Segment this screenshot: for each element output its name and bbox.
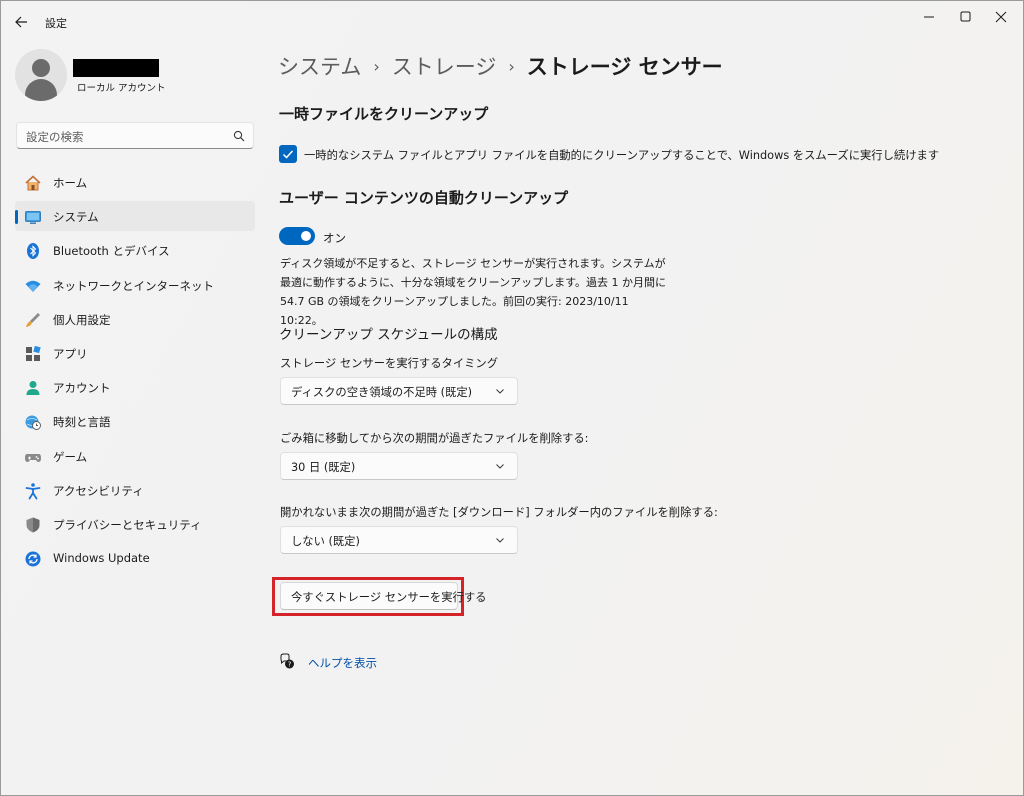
bluetooth-icon bbox=[27, 243, 39, 260]
temp-files-checkbox-label: 一時的なシステム ファイルとアプリ ファイルを自動的にクリーンアップすることで、… bbox=[304, 149, 940, 162]
sidebar-item-label: システム bbox=[53, 210, 99, 225]
sidebar-item-label: アカウント bbox=[53, 381, 111, 396]
run-now-label: 今すぐストレージ センサーを実行する bbox=[291, 591, 487, 604]
close-icon bbox=[995, 11, 1007, 23]
chevron-down-icon bbox=[496, 464, 504, 469]
help-icon: ? bbox=[280, 653, 294, 669]
chevron-down-icon bbox=[496, 389, 504, 394]
sidebar-item-label: ホーム bbox=[53, 176, 88, 190]
breadcrumb: システム › ストレージ › ストレージ センサー bbox=[278, 51, 723, 81]
monitor-icon bbox=[25, 211, 41, 224]
breadcrumb-storage[interactable]: ストレージ bbox=[392, 55, 497, 79]
user-name-redacted bbox=[73, 59, 159, 77]
sidebar-item-network[interactable]: ネットワークとインターネット bbox=[15, 270, 255, 300]
temp-files-checkbox[interactable] bbox=[279, 145, 297, 163]
storage-sense-toggle[interactable] bbox=[279, 227, 315, 245]
downloads-value: しない (既定) bbox=[291, 535, 360, 548]
sidebar-item-label: ゲーム bbox=[53, 449, 88, 464]
person-icon bbox=[26, 381, 40, 396]
sidebar-item-label: 時刻と言語 bbox=[53, 415, 111, 430]
recycle-bin-value: 30 日 (既定) bbox=[291, 461, 356, 474]
sidebar-item-accounts[interactable]: アカウント bbox=[15, 372, 255, 402]
sidebar-item-apps[interactable]: アプリ bbox=[15, 338, 255, 368]
maximize-button[interactable] bbox=[945, 7, 985, 27]
breadcrumb-system[interactable]: システム bbox=[278, 55, 361, 79]
avatar bbox=[15, 49, 67, 101]
sidebar-item-label: プライバシーとセキュリティ bbox=[53, 517, 202, 532]
shield-icon bbox=[26, 517, 40, 533]
run-timing-label: ストレージ センサーを実行するタイミング bbox=[280, 357, 499, 370]
sidebar-item-privacy[interactable]: プライバシーとセキュリティ bbox=[15, 509, 255, 539]
active-indicator bbox=[15, 210, 18, 225]
gamepad-icon bbox=[25, 453, 41, 462]
avatar-head bbox=[32, 59, 50, 77]
sidebar-item-label: 個人用設定 bbox=[53, 312, 111, 327]
user-content-heading: ユーザー コンテンツの自動クリーンアップ bbox=[279, 189, 569, 207]
sidebar-item-system[interactable]: システム bbox=[15, 201, 255, 232]
sidebar-item-label: Windows Update bbox=[53, 551, 150, 566]
wifi-icon bbox=[25, 280, 41, 292]
chevron-down-icon bbox=[496, 538, 504, 543]
storage-sense-description: ディスク領域が不足すると、ストレージ センサーが実行されます。システムが最適に動… bbox=[280, 257, 667, 327]
checkmark-icon bbox=[282, 150, 294, 159]
update-icon bbox=[25, 551, 41, 567]
sidebar-item-label: Bluetooth とデバイス bbox=[53, 244, 170, 259]
recycle-bin-dropdown[interactable]: 30 日 (既定) bbox=[280, 452, 518, 480]
downloads-dropdown[interactable]: しない (既定) bbox=[280, 526, 518, 554]
apps-icon bbox=[26, 345, 41, 361]
run-timing-value: ディスクの空き領域の不足時 (既定) bbox=[291, 386, 473, 399]
svg-text:?: ? bbox=[288, 661, 292, 669]
minimize-button[interactable] bbox=[909, 7, 949, 27]
downloads-label: 開かれないまま次の期間が過ぎた [ダウンロード] フォルダー内のファイルを削除す… bbox=[280, 506, 718, 519]
back-button[interactable] bbox=[11, 12, 33, 32]
recycle-bin-label: ごみ箱に移動してから次の期間が過ぎたファイルを削除する: bbox=[280, 432, 589, 445]
page-title: ストレージ センサー bbox=[526, 55, 723, 79]
sidebar-item-accessibility[interactable]: アクセシビリティ bbox=[15, 475, 255, 505]
run-storage-sense-now-button[interactable]: 今すぐストレージ センサーを実行する bbox=[280, 582, 486, 610]
settings-window: 設定 ローカル アカウント 設定の検索 ホーム システム Bluetooth と… bbox=[0, 0, 1024, 796]
maximize-icon bbox=[960, 11, 971, 22]
account-type: ローカル アカウント bbox=[77, 83, 166, 94]
sidebar-item-windows-update[interactable]: Windows Update bbox=[15, 543, 255, 573]
sidebar-item-label: アクセシビリティ bbox=[53, 483, 144, 498]
home-icon bbox=[25, 175, 41, 191]
temp-files-heading: 一時ファイルをクリーンアップ bbox=[279, 105, 489, 123]
title-bar: 設定 bbox=[1, 1, 1023, 41]
sidebar-nav: ホーム システム Bluetooth とデバイス ネットワークとインターネット bbox=[15, 167, 255, 577]
sidebar-item-label: ネットワークとインターネット bbox=[53, 278, 214, 293]
sidebar-item-home[interactable]: ホーム bbox=[15, 167, 255, 197]
app-title: 設定 bbox=[45, 17, 67, 30]
search-icon bbox=[233, 130, 245, 142]
sidebar-item-personalization[interactable]: 個人用設定 bbox=[15, 304, 255, 334]
avatar-body bbox=[25, 79, 57, 101]
close-button[interactable] bbox=[981, 7, 1021, 27]
breadcrumb-separator: › bbox=[373, 57, 380, 76]
sidebar-item-gaming[interactable]: ゲーム bbox=[15, 441, 255, 471]
run-timing-dropdown[interactable]: ディスクの空き領域の不足時 (既定) bbox=[280, 377, 518, 405]
schedule-heading: クリーンアップ スケジュールの構成 bbox=[279, 327, 498, 343]
sidebar-item-bluetooth[interactable]: Bluetooth とデバイス bbox=[15, 235, 255, 265]
toggle-state-label: オン bbox=[323, 231, 346, 245]
toggle-knob bbox=[301, 231, 311, 241]
brush-icon bbox=[26, 312, 40, 327]
sidebar-item-time-language[interactable]: 時刻と言語 bbox=[15, 406, 255, 436]
back-arrow-icon bbox=[15, 16, 27, 28]
sidebar-item-label: アプリ bbox=[53, 346, 88, 361]
help-link[interactable]: ヘルプを表示 bbox=[308, 655, 377, 671]
minimize-icon bbox=[924, 16, 934, 18]
settings-search-box[interactable]: 設定の検索 bbox=[16, 122, 254, 149]
breadcrumb-separator: › bbox=[508, 57, 515, 76]
accessibility-icon bbox=[25, 482, 41, 500]
search-placeholder: 設定の検索 bbox=[26, 130, 84, 144]
globe-clock-icon bbox=[25, 415, 41, 431]
